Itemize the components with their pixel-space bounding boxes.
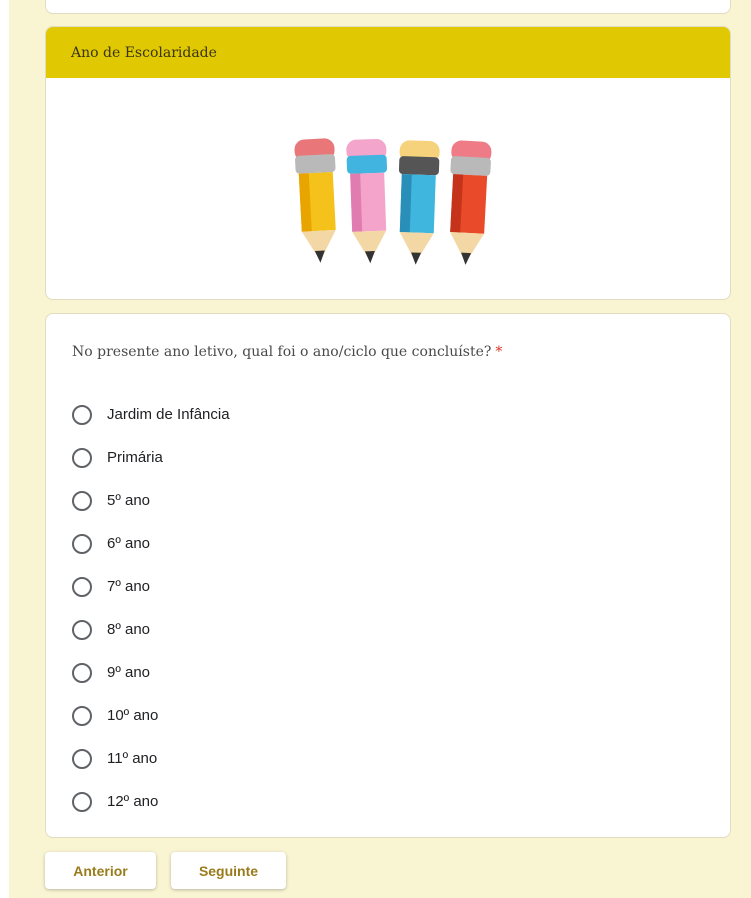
colored-pencils-illustration (294, 138, 492, 265)
radio-button-icon[interactable] (72, 791, 92, 812)
radio-option[interactable]: 10º ano (72, 694, 230, 737)
previous-button[interactable]: Anterior (45, 852, 156, 889)
option-label: 8º ano (107, 621, 151, 638)
radio-option[interactable]: 6º ano (72, 522, 230, 565)
question-card: No presente ano letivo, qual foi o ano/c… (45, 313, 731, 838)
radio-option[interactable]: 8º ano (72, 608, 230, 651)
radio-group: Jardim de Infância Primária 5º ano 6º an… (72, 393, 230, 823)
radio-button-icon[interactable] (72, 748, 92, 769)
option-label: 12º ano (107, 793, 159, 810)
question-text: No presente ano letivo, qual foi o ano/c… (72, 344, 492, 360)
radio-option[interactable]: 9º ano (72, 651, 230, 694)
radio-option[interactable]: Primária (72, 436, 230, 479)
radio-button-icon[interactable] (72, 662, 92, 683)
option-label: 5º ano (107, 492, 151, 509)
previous-card (45, 0, 731, 14)
radio-button-icon[interactable] (72, 576, 92, 597)
radio-button-icon[interactable] (72, 490, 92, 511)
option-label: 9º ano (107, 664, 151, 681)
required-marker: * (495, 344, 503, 360)
radio-button-icon[interactable] (72, 533, 92, 554)
radio-button-icon[interactable] (72, 447, 92, 468)
option-label: 6º ano (107, 535, 151, 552)
option-label: 10º ano (107, 707, 159, 724)
radio-option[interactable]: 12º ano (72, 780, 230, 823)
question-title: No presente ano letivo, qual foi o ano/c… (72, 344, 502, 360)
section-image-area (46, 78, 730, 299)
next-button[interactable]: Seguinte (171, 852, 286, 889)
radio-button-icon[interactable] (72, 404, 92, 425)
radio-option[interactable]: 5º ano (72, 479, 230, 522)
radio-button-icon[interactable] (72, 619, 92, 640)
radio-option[interactable]: 11º ano (72, 737, 230, 780)
radio-option[interactable]: Jardim de Infância (72, 393, 230, 436)
radio-option[interactable]: 7º ano (72, 565, 230, 608)
option-label: 11º ano (107, 750, 158, 767)
section-header: Ano de Escolaridade (46, 27, 730, 78)
radio-button-icon[interactable] (72, 705, 92, 726)
option-label: 7º ano (107, 578, 151, 595)
option-label: Jardim de Infância (107, 406, 230, 423)
section-title: Ano de Escolaridade (71, 44, 217, 61)
section-card: Ano de Escolaridade (45, 26, 731, 300)
option-label: Primária (107, 449, 163, 466)
